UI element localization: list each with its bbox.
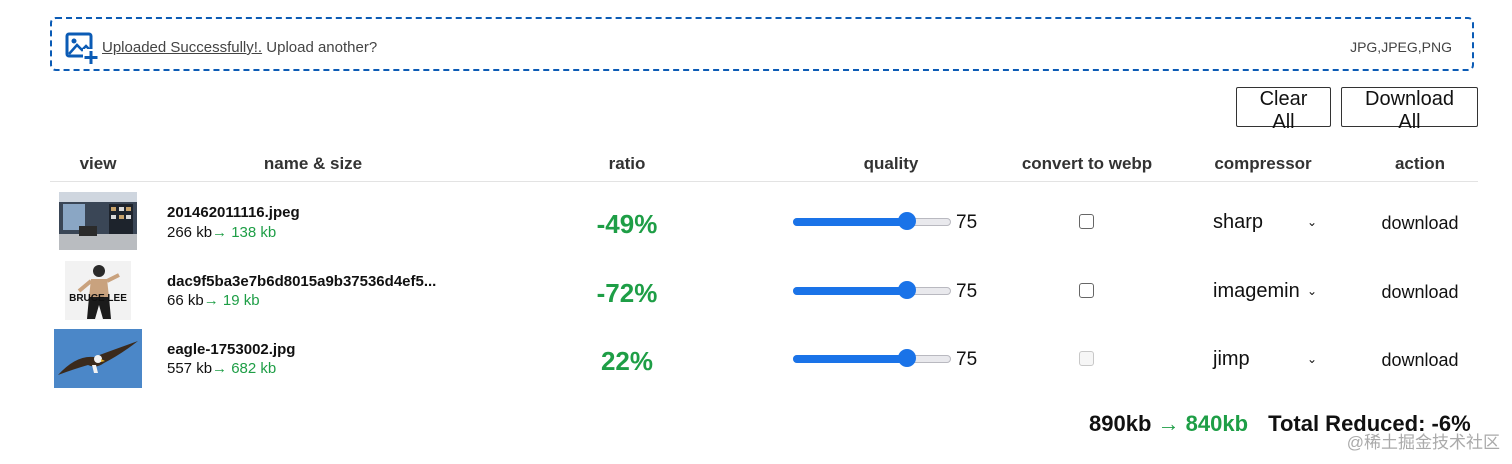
header-name-size: name & size — [263, 154, 363, 173]
compressor-select[interactable]: sharp ⌄ — [1213, 211, 1317, 234]
compressed-size: → 138 kb — [212, 224, 277, 241]
compressed-size: → 19 kb — [203, 292, 260, 309]
total-before: 890kb — [1089, 411, 1152, 436]
quality-value: 75 — [956, 281, 978, 302]
original-size: 557 kb — [167, 360, 213, 377]
table-row: BRUCE LEE dac9f5ba3e7b6d8015a9b37536d4ef… — [0, 257, 1512, 325]
compression-ratio: -72% — [596, 278, 658, 308]
slider-knob — [898, 349, 916, 367]
thumbnail-eagle[interactable] — [54, 329, 142, 388]
upload-another-text[interactable]: Upload another? — [266, 39, 377, 56]
watermark: @稀土掘金技术社区 — [1346, 433, 1500, 452]
thumbnail-bruce-lee[interactable]: BRUCE LEE — [65, 261, 131, 320]
file-name: 201462011116.jpeg — [167, 204, 300, 221]
accepted-formats: JPG,JPEG,PNG — [1350, 39, 1452, 55]
file-name: dac9f5ba3e7b6d8015a9b37536d4ef5... — [167, 273, 437, 290]
header-view: view — [79, 154, 117, 173]
download-link[interactable]: download — [1381, 282, 1458, 303]
upload-dropzone[interactable]: Uploaded Successfully!. Upload another? … — [50, 17, 1474, 71]
clear-all-button[interactable]: Clear All — [1236, 87, 1331, 133]
quality-slider[interactable] — [793, 212, 951, 232]
compressor-select[interactable]: imagemin ⌄ — [1213, 280, 1317, 303]
file-size: 266 kb→ 138 kb — [167, 224, 276, 241]
header-convert-webp: convert to webp — [1021, 154, 1153, 173]
header-ratio: ratio — [608, 154, 646, 173]
slider-knob — [898, 212, 916, 230]
total-after: 840kb — [1185, 411, 1249, 436]
thumbnail-room[interactable] — [59, 192, 137, 250]
header-divider — [50, 181, 1478, 182]
convert-webp-checkbox[interactable] — [1079, 283, 1094, 298]
slider-knob — [898, 281, 916, 299]
compressor-select[interactable]: jimp ⌄ — [1213, 348, 1317, 371]
upload-success-link[interactable]: Uploaded Successfully!. — [102, 39, 262, 56]
download-link[interactable]: download — [1381, 213, 1458, 234]
quality-value: 75 — [956, 349, 978, 370]
header-quality: quality — [863, 154, 919, 173]
arrow-icon: → — [1157, 411, 1180, 436]
original-size: 266 kb — [167, 224, 213, 241]
upload-message: Uploaded Successfully!. Upload another? — [102, 39, 377, 56]
chevron-down-icon: ⌄ — [1306, 215, 1317, 229]
download-link[interactable]: download — [1381, 350, 1458, 371]
compressor-value: jimp — [1213, 348, 1250, 370]
header-action: action — [1394, 154, 1446, 173]
table-row: 201462011116.jpeg 266 kb→ 138 kb -49% 75… — [0, 188, 1512, 256]
image-add-icon — [65, 32, 99, 65]
file-name: eagle-1753002.jpg — [167, 341, 296, 358]
download-all-button[interactable]: Download All — [1341, 87, 1478, 133]
header-compressor: compressor — [1214, 154, 1312, 173]
compression-ratio: 22% — [600, 346, 654, 376]
original-size: 66 kb — [167, 292, 204, 309]
thumb-text: BRUCE LEE — [69, 293, 127, 304]
compressed-size: → 682 kb — [212, 360, 277, 377]
compressor-value: imagemin — [1213, 280, 1300, 302]
file-size: 557 kb→ 682 kb — [167, 360, 276, 377]
quality-value: 75 — [956, 212, 978, 233]
chevron-down-icon: ⌄ — [1306, 284, 1317, 298]
convert-webp-checkbox — [1079, 351, 1094, 366]
chevron-down-icon: ⌄ — [1306, 352, 1317, 366]
compressor-value: sharp — [1213, 211, 1264, 233]
quality-slider[interactable] — [793, 281, 951, 301]
compression-ratio: -49% — [596, 209, 658, 239]
quality-slider[interactable] — [793, 349, 951, 369]
file-size: 66 kb→ 19 kb — [167, 292, 260, 309]
convert-webp-checkbox[interactable] — [1079, 214, 1094, 229]
table-row: eagle-1753002.jpg 557 kb→ 682 kb 22% 75 … — [0, 325, 1512, 393]
